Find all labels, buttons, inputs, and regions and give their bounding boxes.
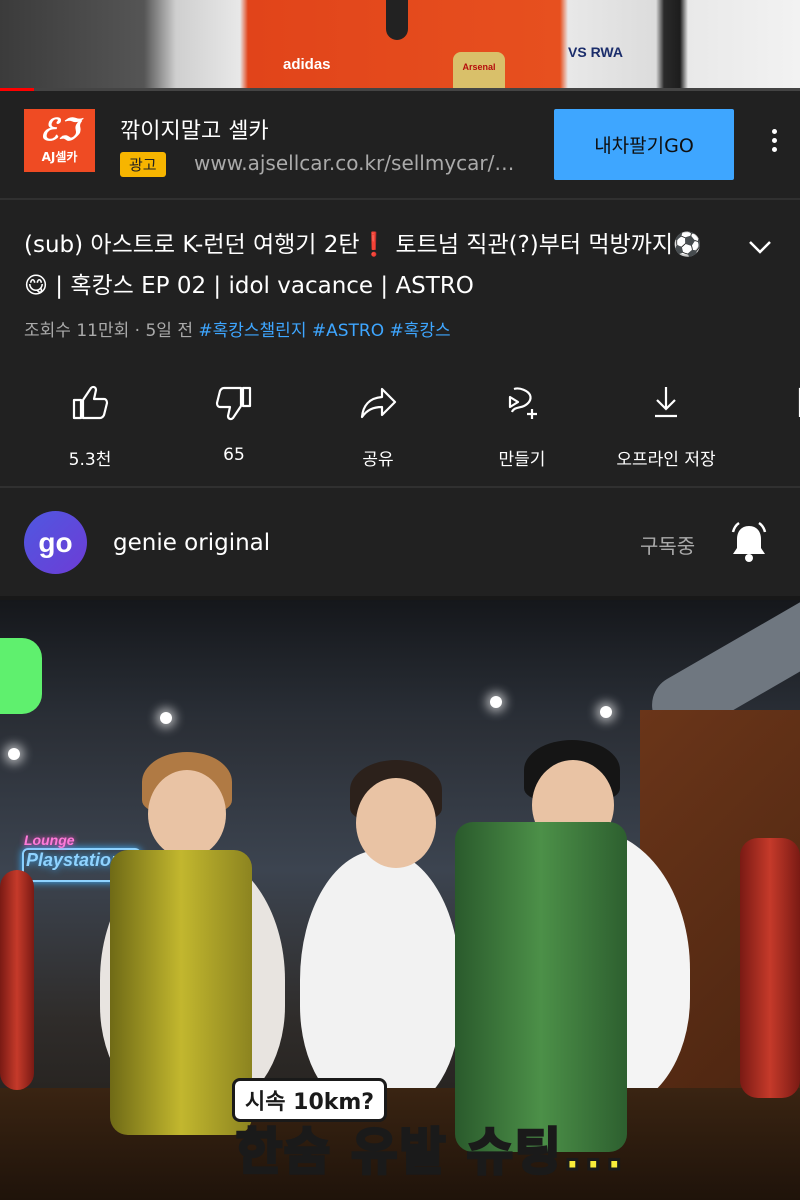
ceiling-light [8,748,20,760]
green-can [455,822,627,1152]
bell-icon[interactable] [728,520,770,564]
save-button[interactable]: 저 [740,385,800,470]
more-options-icon[interactable] [762,129,786,159]
ceiling-light [490,696,502,708]
share-icon [360,387,397,419]
hashtag[interactable]: #혹캉스챌린지 [198,321,306,341]
download-button[interactable]: 오프라인 저장 [596,385,736,470]
neon-sign-lounge: Lounge [24,832,75,848]
adidas-logo: adidas [283,56,331,73]
video-title[interactable]: (sub) 아스트로 K-런던 여행기 2탄❗ 토트넘 직관(?)부터 먹방까지… [24,225,724,307]
sleeve-sponsor: VS RWA [568,44,623,60]
hashtag[interactable]: #혹캉스 [390,321,451,341]
yellow-can [110,850,252,1135]
ad-banner[interactable]: ℰℑ AJ셀카 깎이지말고 셀카 광고 www.ajsellcar.co.kr/… [0,91,800,198]
dislike-count: 65 [223,445,245,465]
channel-name[interactable]: genie original [113,530,270,556]
corner-sticker [0,638,42,714]
create-label: 만들기 [498,450,546,470]
ad-cta-button[interactable]: 내차팔기GO [554,109,734,180]
ad-logo-text: AJ셀카 [41,150,78,164]
head [356,778,436,868]
chevron-down-icon[interactable] [745,232,775,262]
neon-sign-playstation: Playstation [26,850,123,870]
ad-url[interactable]: www.ajsellcar.co.kr/sellmycar/… [194,151,539,175]
ad-badge: 광고 [120,152,166,177]
person-middle [300,850,460,1110]
video-meta: 조회수 11만회 · 5일 전 #혹캉스챌린지 #ASTRO #혹캉스 [24,316,451,341]
ceiling-light [160,712,172,724]
download-icon [655,387,677,418]
lapel-mic [386,0,408,40]
like-count: 5.3천 [68,450,112,470]
save-icon [798,387,800,417]
hashtag[interactable]: #ASTRO [312,321,384,341]
download-label: 오프라인 저장 [616,450,716,470]
subscribed-status[interactable]: 구독중 [640,530,695,559]
ad-logo[interactable]: ℰℑ AJ셀카 [24,109,95,172]
divider [0,198,800,200]
save-label: 저 [740,445,800,470]
share-label: 공유 [362,450,394,470]
video-player-bottom[interactable]: Lounge Playstation 시속 10km? 한숨 유발 슈팅... [0,600,800,1200]
meta-separator: · [134,321,146,341]
red-can [0,870,34,1090]
ceiling-light [600,706,612,718]
create-button[interactable]: 만들기 [452,385,592,470]
create-icon [508,387,537,419]
like-icon [72,385,109,420]
like-button[interactable]: 5.3천 [20,385,160,470]
arsenal-crest: Arsenal [453,52,505,90]
divider [0,486,800,488]
video-player-top[interactable]: adidas Arsenal VS RWA [0,0,800,90]
view-count: 조회수 11만회 [24,321,130,341]
dislike-icon [215,386,252,421]
channel-avatar[interactable]: go [24,511,87,574]
ad-title[interactable]: 깎이지말고 셀카 [120,113,269,145]
caption-big: 한숨 유발 슈팅... [235,1122,626,1183]
share-button[interactable]: 공유 [308,385,448,470]
red-can [740,838,800,1098]
head [148,770,226,858]
ad-logo-mark: ℰℑ [39,113,80,148]
dislike-button[interactable]: 65 [164,385,304,465]
upload-age: 5일 전 [145,321,193,341]
